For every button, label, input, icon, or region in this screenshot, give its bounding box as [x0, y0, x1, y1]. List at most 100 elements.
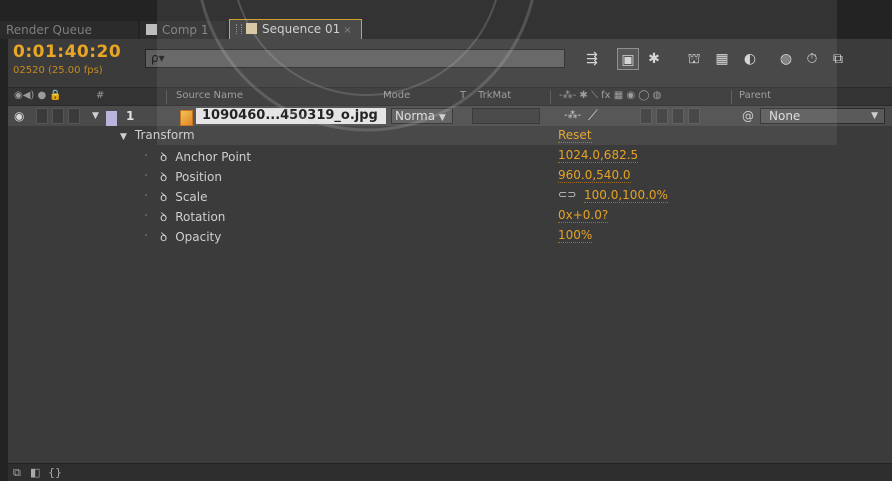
column-divider — [550, 90, 551, 104]
column-header: ◉◀) ● 🔒 # Source Name Mode T TrkMat -⁂- … — [8, 87, 892, 106]
position-value[interactable]: 960.0,540.0 — [558, 168, 631, 183]
stopwatch-icon[interactable]: ꝺ — [160, 228, 167, 245]
current-time-display[interactable]: 0:01:40:20 — [13, 42, 121, 62]
mask-icon[interactable]: ◧ — [30, 466, 40, 479]
solo-toggle[interactable] — [52, 108, 64, 124]
property-name: Transform — [134, 128, 195, 142]
tab-sequence-01[interactable]: Sequence 01 × — [229, 19, 362, 39]
bullet-dot — [145, 194, 147, 196]
property-row-transform[interactable]: ▼ Transform Reset — [8, 126, 892, 146]
draft-3d-icon[interactable]: ✱ — [643, 48, 665, 70]
property-label: ꝺ Opacity — [160, 228, 221, 245]
stopwatch-icon[interactable]: ꝺ — [160, 168, 167, 185]
bullet-dot — [145, 234, 147, 236]
constrain-proportions-link-icon[interactable]: ⊂⊃ — [558, 188, 576, 201]
live-update-icon[interactable]: ▣ — [617, 48, 639, 70]
parent-column-header[interactable]: Parent — [739, 90, 771, 101]
expand-triangle-icon: ▼ — [120, 132, 127, 142]
tab-label: Sequence 01 — [262, 22, 341, 36]
property-label: ꝺ Anchor Point — [160, 148, 251, 165]
property-name: Opacity — [175, 230, 222, 244]
mode-column-header[interactable]: Mode — [383, 90, 410, 101]
bullet-dot — [145, 174, 147, 176]
3d-layer-switch[interactable] — [688, 108, 700, 124]
scale-value[interactable]: 100.0,100.0% — [584, 188, 668, 203]
tab-label: Render Queue — [6, 23, 92, 37]
grip-icon — [236, 24, 242, 34]
property-label: ꝺ Rotation — [160, 208, 225, 225]
tab-comp-1[interactable]: Comp 1 — [140, 21, 226, 39]
blend-mode-select[interactable]: Norma ▼ — [391, 108, 453, 124]
brainstorm-icon[interactable]: ◍ — [775, 48, 797, 70]
layer-number: 1 — [126, 109, 135, 123]
property-row-anchor-point[interactable]: ꝺ Anchor Point 1024.0,682.5 — [8, 146, 892, 166]
column-divider — [731, 90, 732, 104]
comp-mini-flowchart-icon[interactable]: ⇶ — [581, 48, 603, 70]
toggle-icon[interactable]: {} — [48, 466, 62, 479]
motion-blur-icon[interactable]: ◐ — [739, 48, 761, 70]
effect-switch[interactable] — [640, 108, 652, 124]
comp-swatch-icon — [246, 23, 257, 34]
property-name: Anchor Point — [175, 150, 252, 164]
hide-shy-layers-icon[interactable]: ⛫ — [683, 48, 705, 70]
property-name: Rotation — [175, 210, 226, 224]
comp-swatch-icon — [146, 24, 157, 35]
rotation-value[interactable]: 0x+0.0? — [558, 208, 609, 223]
tab-render-queue[interactable]: Render Queue — [0, 21, 138, 39]
property-name: Scale — [175, 190, 208, 204]
property-row-rotation[interactable]: ꝺ Rotation 0x+0.0? — [8, 206, 892, 226]
frame-blend-switch[interactable] — [656, 108, 668, 124]
column-divider — [166, 90, 167, 104]
transform-reset-link[interactable]: Reset — [558, 128, 592, 143]
expand-triangle-icon[interactable]: ▼ — [92, 108, 99, 124]
parent-select[interactable]: None ▼ — [760, 108, 885, 124]
av-features-header[interactable]: ◉◀) ● 🔒 — [14, 90, 62, 101]
trkmat-select[interactable] — [472, 108, 540, 124]
property-name: Position — [175, 170, 222, 184]
stopwatch-icon[interactable]: ꝺ — [160, 148, 167, 165]
property-label: ꝺ Position — [160, 168, 222, 185]
chevron-down-icon: ▼ — [871, 111, 878, 121]
comp-icon[interactable]: ⧉ — [13, 466, 21, 480]
bullet-dot — [145, 154, 147, 156]
pick-whip-icon[interactable]: @ — [742, 108, 754, 124]
trkmat-column-header[interactable]: TrkMat — [478, 90, 511, 101]
layer-row[interactable]: ◉ ▼ 1 1090460...450319_o.jpg Norma ▼ -⁂-… — [8, 106, 892, 127]
stopwatch-icon[interactable]: ⏱ — [801, 48, 823, 70]
bullet-dot — [145, 214, 147, 216]
property-row-position[interactable]: ꝺ Position 960.0,540.0 — [8, 166, 892, 186]
shy-switch-icon[interactable]: -⁂- — [564, 108, 581, 124]
footage-file-icon — [180, 110, 193, 126]
property-row-scale[interactable]: ꝺ Scale ⊂⊃ 100.0,100.0% — [8, 186, 892, 206]
graph-editor-icon[interactable]: ⧉ — [827, 48, 849, 70]
label-color-swatch[interactable] — [106, 111, 117, 127]
stopwatch-icon[interactable]: ꝺ — [160, 208, 167, 225]
tab-bar: Render Queue Comp 1 Sequence 01 × — [0, 0, 892, 39]
stopwatch-icon[interactable]: ꝺ — [160, 188, 167, 205]
timeline-header: 0:01:40:20 02520 (25.00 fps) ρ▾ ⇶ ▣ ✱ ⛫ … — [8, 39, 892, 85]
lock-toggle[interactable] — [68, 108, 80, 124]
chevron-down-icon: ▼ — [438, 113, 446, 123]
search-icon: ρ▾ — [151, 51, 165, 65]
frame-count: 02520 (25.00 fps) — [13, 65, 103, 76]
timeline-footer: ⧉ ◧ {} — [8, 463, 892, 481]
audio-toggle[interactable] — [36, 108, 48, 124]
anchor-point-value[interactable]: 1024.0,682.5 — [558, 148, 639, 163]
t-column-header[interactable]: T — [460, 90, 466, 101]
motion-blur-switch[interactable] — [672, 108, 684, 124]
visibility-eye-icon[interactable]: ◉ — [14, 108, 32, 124]
search-input[interactable]: ρ▾ — [145, 49, 565, 68]
transform-group-label[interactable]: ▼ Transform — [120, 128, 195, 142]
layer-name[interactable]: 1090460...450319_o.jpg — [196, 108, 386, 124]
parent-value: None — [769, 109, 801, 123]
property-row-opacity[interactable]: ꝺ Opacity 100% — [8, 226, 892, 246]
source-name-column-header[interactable]: Source Name — [176, 90, 243, 101]
tab-label: Comp 1 — [162, 23, 209, 37]
frame-blending-icon[interactable]: ▦ — [711, 48, 733, 70]
opacity-value[interactable]: 100% — [558, 228, 593, 243]
label-column-header[interactable]: # — [96, 90, 104, 101]
switches-column-header[interactable]: -⁂- ✱ ⟍ fx ▦ ◉ ◯ ◍ — [559, 90, 661, 101]
quality-switch-icon[interactable]: ⟋ — [588, 108, 598, 124]
close-icon[interactable]: × — [343, 25, 351, 36]
property-label: ꝺ Scale — [160, 188, 208, 205]
